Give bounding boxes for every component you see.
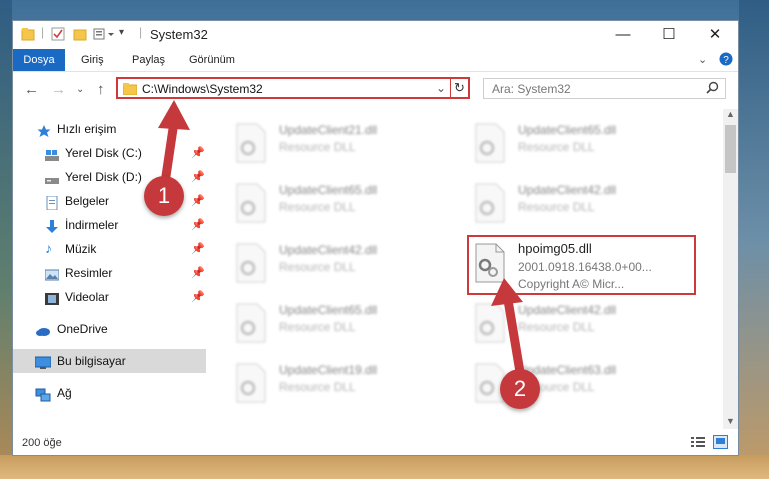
step-1-badge: 1	[144, 176, 184, 216]
step-2-badge: 2	[500, 369, 540, 409]
annotation-arrows	[158, 100, 525, 377]
arrow-to-address-bar	[158, 100, 190, 181]
arrow-to-file	[491, 278, 525, 377]
